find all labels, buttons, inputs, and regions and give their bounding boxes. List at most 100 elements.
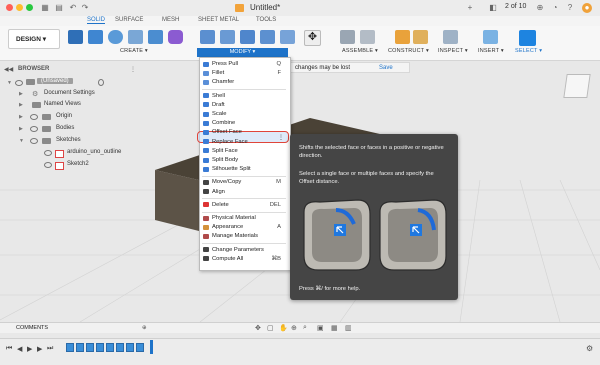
visibility-eye-icon[interactable] <box>44 150 52 156</box>
visibility-eye-icon[interactable] <box>30 138 38 144</box>
timeline-settings-icon[interactable]: ⚙ <box>586 344 593 353</box>
menu-item-draft[interactable]: Draft <box>199 101 289 110</box>
redo-icon[interactable]: ↷ <box>80 3 90 13</box>
activate-radio-icon[interactable] <box>98 79 104 86</box>
app-grid-icon[interactable]: ▦ <box>40 3 50 13</box>
browser-item-sketches[interactable]: Sketches <box>56 137 81 143</box>
timeline-feature[interactable] <box>116 343 124 352</box>
view-cube[interactable] <box>563 74 591 98</box>
close-window-button[interactable] <box>6 4 13 11</box>
menu-item-shell[interactable]: Shell <box>199 92 289 101</box>
menu-item-physical-material[interactable]: Physical Material <box>199 214 289 223</box>
menu-item-combine[interactable]: Combine <box>199 119 289 128</box>
browser-item-document-settings[interactable]: Document Settings <box>44 90 95 96</box>
timeline-feature[interactable] <box>76 343 84 352</box>
orbit-icon[interactable]: ✥ <box>255 324 261 332</box>
expand-icon[interactable]: ▶ <box>19 91 23 97</box>
play-icon[interactable]: ▶ <box>27 345 32 353</box>
offset-plane-icon[interactable] <box>395 30 410 44</box>
assemble-group-label[interactable]: ASSEMBLE ▾ <box>342 48 378 54</box>
menu-item-split-body[interactable]: Split Body <box>199 156 289 165</box>
tab-surface[interactable]: SURFACE <box>115 17 143 23</box>
extensions-icon[interactable]: ⊕ <box>535 3 545 13</box>
document-switcher-icon[interactable]: ◧ <box>488 3 498 13</box>
tab-mesh[interactable]: MESH <box>162 17 179 23</box>
viewports-icon[interactable]: ▥ <box>345 324 352 332</box>
expand-root-icon[interactable]: ▼ <box>7 80 12 86</box>
go-to-start-icon[interactable]: ⏮ <box>6 345 12 353</box>
press-pull-tool-icon[interactable] <box>200 30 215 44</box>
more-options-icon[interactable]: ⋮ <box>278 134 284 141</box>
menu-item-delete[interactable]: Delete DEL <box>199 201 289 210</box>
fit-icon[interactable]: ⌕ <box>303 324 307 332</box>
timeline-feature[interactable] <box>136 343 144 352</box>
fillet-tool-icon[interactable] <box>220 30 235 44</box>
joint-icon[interactable] <box>360 30 375 44</box>
browser-collapse-icon[interactable]: ◀◀ <box>4 66 13 73</box>
inspect-group-label[interactable]: INSPECT ▾ <box>438 48 468 54</box>
minimize-window-button[interactable] <box>16 4 23 11</box>
timeline-marker[interactable] <box>150 340 153 354</box>
browser-item-bodies[interactable]: Bodies <box>56 125 74 131</box>
combine-tool-icon[interactable] <box>260 30 275 44</box>
select-icon[interactable] <box>519 30 536 46</box>
tab-sheet-metal[interactable]: SHEET METAL <box>198 17 239 23</box>
maximize-window-button[interactable] <box>26 4 33 11</box>
move-tool-icon[interactable]: ✥ <box>304 30 321 46</box>
create-group-label[interactable]: CREATE ▾ <box>120 48 148 54</box>
collapse-icon[interactable]: ▼ <box>19 138 24 144</box>
timeline-feature[interactable] <box>66 343 74 352</box>
browser-item-sketch-arduino[interactable]: arduino_uno_outline <box>67 149 121 155</box>
menu-item-offset-face[interactable]: Offset Face <box>199 128 289 137</box>
tab-solid[interactable]: SOLID <box>87 17 106 24</box>
browser-item-named-views[interactable]: Named Views <box>44 101 81 107</box>
expand-icon[interactable]: ▶ <box>19 114 23 120</box>
menu-item-manage-materials[interactable]: Manage Materials <box>199 232 289 241</box>
browser-menu-icon[interactable]: ⋮ <box>130 66 136 73</box>
expand-icon[interactable]: ▶ <box>19 102 23 108</box>
form-icon[interactable] <box>168 30 183 44</box>
modify-group-label[interactable]: MODIFY ▾ <box>197 48 288 57</box>
visibility-eye-icon[interactable] <box>15 80 23 86</box>
menu-item-press-pull[interactable]: Press Pull Q <box>199 60 289 69</box>
measure-icon[interactable] <box>443 30 458 44</box>
new-sketch-icon[interactable] <box>68 30 83 44</box>
menu-item-align[interactable]: Align <box>199 188 289 197</box>
notifications-icon[interactable]: ◔ <box>550 3 560 13</box>
insert-group-label[interactable]: INSERT ▾ <box>478 48 504 54</box>
menu-item-split-face[interactable]: Split Face <box>199 147 289 156</box>
browser-item-sketch2[interactable]: Sketch2 <box>67 161 89 167</box>
shell-tool-icon[interactable] <box>240 30 255 44</box>
insert-image-icon[interactable] <box>483 30 498 44</box>
go-to-end-icon[interactable]: ⏭ <box>47 345 53 353</box>
menu-item-fillet[interactable]: Fillet F <box>199 69 289 78</box>
step-back-icon[interactable]: ◀ <box>17 345 22 353</box>
tab-tools[interactable]: TOOLS <box>256 17 276 23</box>
zoom-icon[interactable]: ⊕ <box>291 324 297 332</box>
step-forward-icon[interactable]: ▶ <box>37 345 42 353</box>
workspace-switcher[interactable]: DESIGN ▾ <box>8 29 60 49</box>
extrude-icon[interactable] <box>88 30 103 44</box>
menu-item-change-parameters[interactable]: Change Parameters <box>199 246 289 255</box>
timeline-feature[interactable] <box>126 343 134 352</box>
select-group-label[interactable]: SELECT ▾ <box>515 48 542 54</box>
comments-toggle-icon[interactable]: ⊕ <box>142 323 147 333</box>
new-tab-icon[interactable]: + <box>465 3 475 13</box>
timeline-feature[interactable] <box>96 343 104 352</box>
box-icon[interactable] <box>148 30 163 44</box>
menu-item-silhouette-split[interactable]: Silhouette Split <box>199 165 289 174</box>
browser-item-origin[interactable]: Origin <box>56 113 72 119</box>
hole-icon[interactable] <box>128 30 143 44</box>
root-component-label[interactable]: (Unsaved) <box>37 78 73 84</box>
timeline-feature[interactable] <box>86 343 94 352</box>
expand-icon[interactable]: ▶ <box>19 126 23 132</box>
timeline-feature[interactable] <box>106 343 114 352</box>
menu-item-appearance[interactable]: Appearance A <box>199 223 289 232</box>
grid-settings-icon[interactable]: ▦ <box>331 324 338 332</box>
look-at-icon[interactable]: ▢ <box>267 324 274 332</box>
menu-item-move-copy[interactable]: Move/Copy M <box>199 178 289 187</box>
revolve-icon[interactable] <box>108 30 123 44</box>
visibility-eye-icon[interactable] <box>44 162 52 168</box>
menu-item-chamfer[interactable]: Chamfer <box>199 78 289 87</box>
file-icon[interactable]: ▤ <box>54 3 64 13</box>
